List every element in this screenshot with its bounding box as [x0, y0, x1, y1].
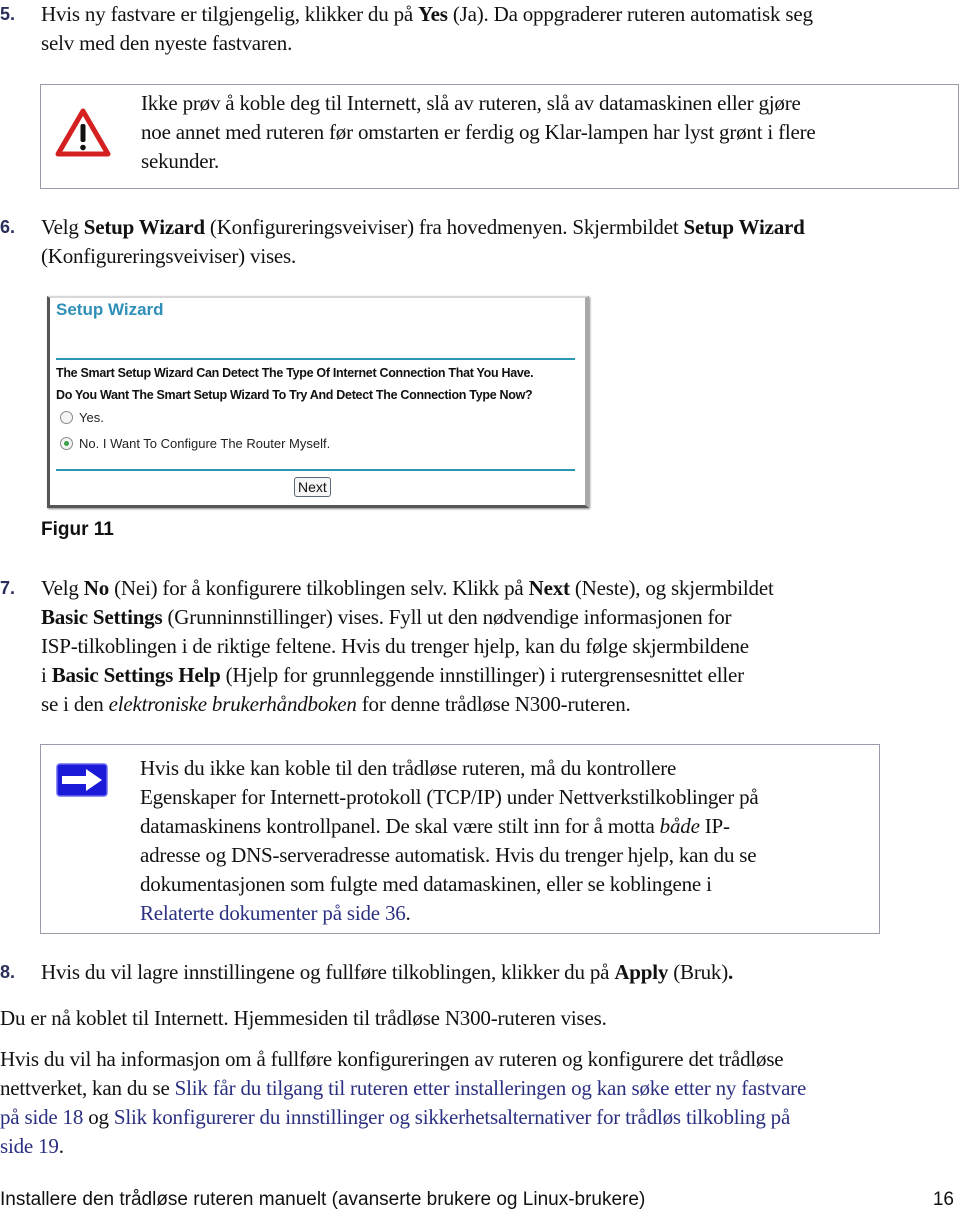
- bold-text: Setup Wizard: [83, 215, 205, 239]
- note-callout: Hvis du ikke kan koble til den trådløse …: [40, 744, 880, 934]
- text: Hvis du vil ha informasjon om å fullføre…: [0, 1047, 784, 1071]
- wizard-question-1: The Smart Setup Wizard Can Detect The Ty…: [56, 366, 534, 380]
- step-text: Velg No (Nei) for å konfigurere tilkobli…: [41, 574, 774, 719]
- link-text[interactable]: Slik konfigurerer du innstillinger og si…: [114, 1105, 790, 1129]
- link-related-documents[interactable]: Relaterte dokumenter på side 36: [140, 901, 406, 925]
- text: Ikke prøv å koble deg til Internett, slå…: [141, 91, 801, 115]
- text: .: [728, 960, 734, 984]
- text: IP-: [699, 814, 730, 838]
- figure-caption: Figur 11: [41, 519, 114, 540]
- text: Velg: [41, 576, 84, 600]
- bold-text: Apply: [614, 960, 669, 984]
- bold-text: Basic Settings: [41, 605, 163, 629]
- text: Hvis du ikke kan koble til den trådløse …: [140, 756, 677, 780]
- text: Hvis du vil lagre innstillingene og full…: [41, 960, 615, 984]
- text: (Neste), og skjermbildet: [569, 576, 774, 600]
- text: sekunder.: [141, 149, 220, 173]
- text: noe annet med ruteren før omstarten er f…: [141, 120, 816, 144]
- text: (Bruk): [668, 960, 729, 984]
- text: selv med den nyeste fastvaren.: [41, 31, 293, 55]
- text: ISP-tilkoblingen i de riktige feltene. H…: [41, 634, 749, 658]
- text: (Ja). Da oppgraderer ruteren automatisk …: [447, 2, 813, 26]
- bold-text: No: [83, 576, 110, 600]
- text: (Konfigureringsveiviser) vises.: [41, 244, 297, 268]
- step-text: Velg Setup Wizard (Konfigureringsveivise…: [41, 213, 805, 271]
- text: dokumentasjonen som fulgte med datamaski…: [140, 872, 712, 896]
- text: i: [41, 663, 52, 687]
- wizard-title: Setup Wizard: [56, 300, 164, 319]
- divider: [56, 469, 575, 471]
- italic-text: elektroniske brukerhåndboken: [108, 692, 357, 716]
- text: for denne trådløse N300-ruteren.: [356, 692, 631, 716]
- text: (Grunninnstillinger) vises. Fyll ut den …: [162, 605, 732, 629]
- text: se i den: [41, 692, 109, 716]
- text: .: [58, 1134, 64, 1158]
- text: (Konfigureringsveiviser) fra hovedmenyen…: [204, 215, 684, 239]
- option-no[interactable]: No. I Want To Configure The Router Mysel…: [60, 436, 330, 451]
- bold-text: Setup Wizard: [683, 215, 805, 239]
- option-yes[interactable]: Yes.: [60, 410, 104, 425]
- bold-text: Basic Settings Help: [51, 663, 221, 687]
- step-number: 8.: [0, 962, 16, 982]
- warning-callout: Ikke prøv å koble deg til Internett, slå…: [40, 84, 959, 189]
- option-label: Yes.: [79, 410, 104, 425]
- warning-text: Ikke prøv å koble deg til Internett, slå…: [141, 89, 816, 176]
- step-text: Hvis ny fastvare er tilgjengelig, klikke…: [41, 0, 813, 58]
- link-wireless-settings[interactable]: Slik konfigurerer du innstillinger og si…: [0, 1105, 790, 1158]
- step-number: 5.: [0, 4, 16, 24]
- text: Egenskaper for Internett-protokoll (TCP/…: [140, 785, 759, 809]
- radio-yes[interactable]: [60, 411, 73, 424]
- text: adresse og DNS-serveradresse automatisk.…: [140, 843, 757, 867]
- text: (Nei) for å konfigurere tilkoblingen sel…: [109, 576, 529, 600]
- italic-text: både: [659, 814, 700, 838]
- next-button[interactable]: Next: [294, 477, 331, 497]
- page-number: 16: [932, 1189, 954, 1210]
- paragraph-more-info: Hvis du vil ha informasjon om å fullføre…: [0, 1045, 806, 1161]
- option-label: No. I Want To Configure The Router Mysel…: [79, 436, 331, 451]
- text: Hvis ny fastvare er tilgjengelig, klikke…: [41, 2, 419, 26]
- divider: [56, 358, 575, 360]
- wizard-question-2: Do You Want The Smart Setup Wizard To Tr…: [56, 388, 533, 402]
- link-text[interactable]: Slik får du tilgang til ruteren etter in…: [175, 1076, 807, 1100]
- warning-triangle-icon: [55, 107, 111, 162]
- bold-text: Next: [528, 576, 570, 600]
- note-text: Hvis du ikke kan koble til den trådløse …: [140, 754, 759, 928]
- footer-title: Installere den trådløse ruteren manuelt …: [0, 1189, 646, 1210]
- text: nettverket, kan du se: [0, 1076, 175, 1100]
- step-text: Hvis du vil lagre innstillingene og full…: [41, 958, 733, 987]
- setup-wizard-screenshot: Setup Wizard The Smart Setup Wizard Can …: [47, 296, 589, 508]
- paragraph-connected: Du er nå koblet til Internett. Hjemmesid…: [0, 1006, 607, 1030]
- arrow-right-icon: [56, 763, 108, 802]
- text: (Hjelp for grunnleggende innstillinger) …: [220, 663, 744, 687]
- link-text[interactable]: på side 18: [0, 1105, 83, 1129]
- text: .: [405, 901, 411, 925]
- text: og: [83, 1105, 114, 1129]
- step-number: 7.: [0, 578, 16, 598]
- step-number: 6.: [0, 217, 16, 237]
- text: datamaskinens kontrollpanel. De skal vær…: [140, 814, 660, 838]
- link-text[interactable]: side 19: [0, 1134, 59, 1158]
- text: Velg: [41, 215, 84, 239]
- bold-text: Yes: [418, 2, 448, 26]
- radio-no-selected[interactable]: [60, 437, 73, 450]
